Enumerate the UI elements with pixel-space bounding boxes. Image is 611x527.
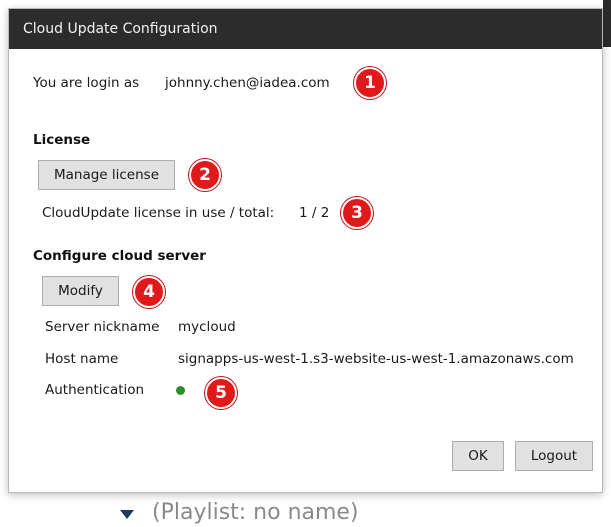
callout-1: 1 bbox=[354, 67, 386, 99]
background-window-edge bbox=[603, 0, 611, 47]
manage-license-button[interactable]: Manage license bbox=[38, 160, 175, 190]
screen: (Playlist: no name) Cloud Update Configu… bbox=[0, 0, 611, 527]
dialog-title: Cloud Update Configuration bbox=[23, 21, 218, 37]
ok-button[interactable]: OK bbox=[452, 441, 504, 471]
authentication-label: Authentication bbox=[45, 382, 145, 398]
server-nickname-value: mycloud bbox=[178, 319, 236, 335]
authentication-status-icon bbox=[176, 386, 185, 395]
callout-5: 5 bbox=[205, 377, 237, 409]
server-nickname-label: Server nickname bbox=[45, 319, 160, 335]
license-usage-label: CloudUpdate license in use / total: bbox=[42, 205, 275, 221]
logout-button[interactable]: Logout bbox=[515, 441, 593, 471]
background-playlist-row: (Playlist: no name) bbox=[120, 500, 359, 525]
modify-button[interactable]: Modify bbox=[42, 276, 119, 306]
license-heading: License bbox=[33, 132, 91, 148]
callout-4: 4 bbox=[133, 276, 165, 308]
chevron-down-icon bbox=[120, 510, 134, 519]
callout-3: 3 bbox=[341, 197, 373, 229]
login-label: You are login as bbox=[33, 75, 140, 91]
host-name-value: signapps-us-west-1.s3-website-us-west-1.… bbox=[178, 351, 574, 367]
cloud-server-heading: Configure cloud server bbox=[33, 248, 206, 264]
license-usage-value: 1 / 2 bbox=[299, 205, 330, 221]
login-email: johnny.chen@iadea.com bbox=[165, 75, 330, 91]
callout-2: 2 bbox=[189, 159, 221, 191]
background-playlist-text: (Playlist: no name) bbox=[152, 500, 359, 525]
cloud-update-dialog: Cloud Update Configuration You are login… bbox=[8, 8, 603, 493]
host-name-label: Host name bbox=[45, 351, 119, 367]
dialog-title-bar: Cloud Update Configuration bbox=[9, 9, 602, 49]
